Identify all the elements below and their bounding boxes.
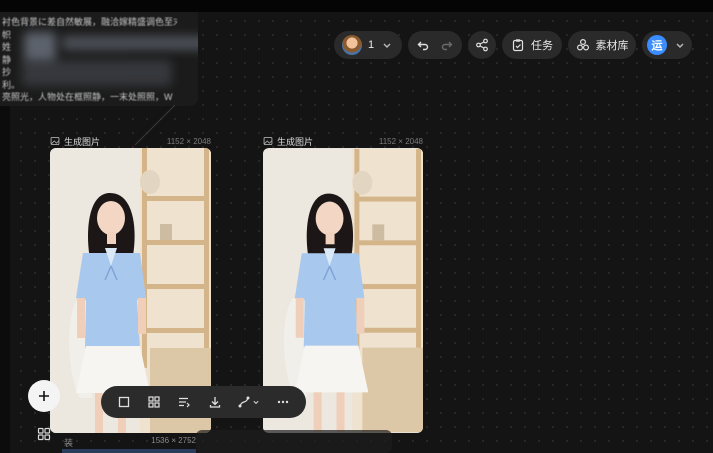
grid-icon [148, 396, 160, 408]
prompt-node[interactable]: 衬色背景に差自然敏展，融洽嫁精盛调色至末 帜 姓 静 抄 利。 亮照光，人物处在… [0, 12, 198, 106]
top-strip [0, 0, 713, 12]
library-label: 素材库 [595, 40, 629, 52]
layout-button[interactable] [143, 391, 165, 413]
apps-grid-icon [37, 427, 51, 441]
account-menu[interactable]: 运 [642, 31, 692, 59]
background-card-toolbar [196, 430, 392, 453]
undo-redo-group [408, 31, 462, 59]
redacted-region [62, 36, 198, 50]
card-header: 生成图片 1152 × 2048 [263, 134, 423, 148]
redacted-region [22, 60, 172, 86]
clipboard-icon [512, 39, 524, 52]
card-header: 生成图片 1152 × 2048 [50, 134, 211, 148]
undo-icon[interactable] [416, 38, 430, 52]
tasks-button[interactable]: 任务 [502, 31, 562, 59]
card-header: 装 1536 × 2752 [64, 436, 196, 449]
user-avatar [341, 35, 362, 55]
library-button[interactable]: 素材库 [568, 31, 636, 59]
more-button[interactable] [272, 391, 294, 413]
image-icon [50, 136, 60, 146]
next-card-preview [62, 449, 196, 453]
image-action-toolbar [101, 386, 306, 418]
share-button[interactable] [468, 31, 496, 59]
redacted-region [24, 32, 56, 62]
app-avatar: 运 [647, 35, 667, 55]
card-dimensions: 1152 × 2048 [166, 136, 211, 146]
assets-icon [576, 38, 589, 51]
list-arrow-icon [179, 397, 191, 408]
crop-button[interactable] [113, 391, 135, 413]
download-icon [209, 397, 220, 408]
connect-icon [238, 396, 250, 408]
redo-icon[interactable] [440, 38, 454, 52]
card-dimensions: 1536 × 2752 [151, 436, 196, 445]
more-icon [277, 400, 289, 404]
plus-icon [39, 391, 49, 401]
add-node-button[interactable] [28, 380, 60, 412]
chevron-down-icon [676, 43, 684, 48]
apps-button[interactable] [30, 422, 58, 446]
tasks-label: 任务 [531, 40, 553, 52]
chevron-down-icon [253, 400, 259, 405]
card-title: 装 [64, 438, 74, 448]
download-button[interactable] [204, 391, 226, 413]
text-wrap-button[interactable] [173, 391, 195, 413]
prompt-line: 衬色背景に差自然敏展，融洽嫁精盛调色至末 [2, 17, 177, 27]
card-title: 生成图片 [64, 136, 101, 147]
member-selector[interactable]: 1 [334, 31, 402, 59]
share-icon [476, 38, 488, 52]
chevron-down-icon [383, 43, 391, 48]
crop-icon [118, 396, 130, 408]
connect-menu-button[interactable] [234, 391, 264, 413]
card-dimensions: 1152 × 2048 [378, 136, 423, 146]
card-title: 生成图片 [277, 136, 314, 147]
member-count: 1 [367, 39, 375, 51]
image-icon [263, 136, 273, 146]
